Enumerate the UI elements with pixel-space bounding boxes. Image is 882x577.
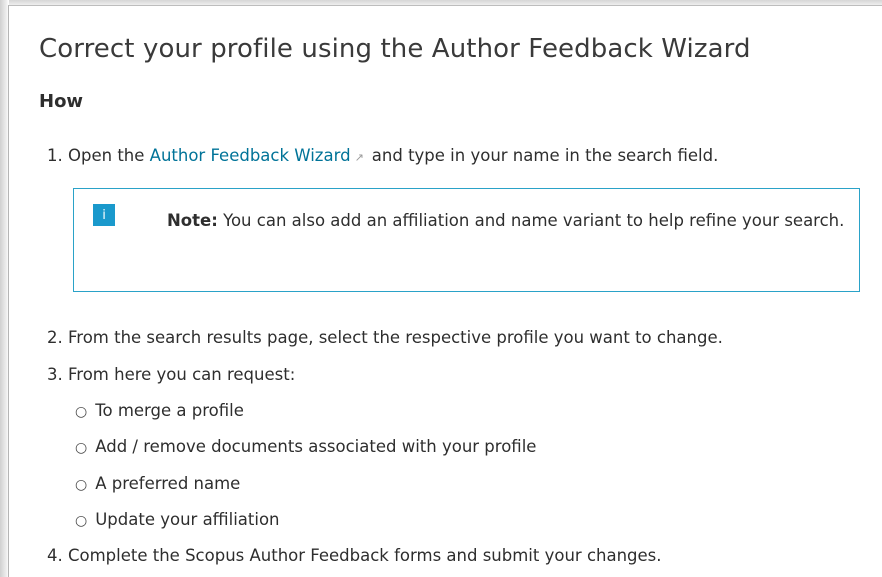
- author-feedback-wizard-link[interactable]: Author Feedback Wizard: [150, 146, 351, 165]
- page-title: Correct your profile using the Author Fe…: [39, 34, 751, 64]
- step-3: 3. From here you can request:: [47, 365, 296, 384]
- info-icon: i: [93, 204, 115, 226]
- step-4: 4. Complete the Scopus Author Feedback f…: [47, 546, 662, 565]
- list-item: ○ A preferred name: [75, 474, 240, 493]
- list-item: ○ Update your affiliation: [75, 510, 280, 529]
- bullet-icon: ○: [75, 440, 88, 456]
- frame-left-border: [8, 5, 9, 577]
- bullet-icon: ○: [75, 513, 88, 529]
- section-heading-how: How: [39, 91, 84, 112]
- note-label: Note:: [167, 211, 218, 230]
- list-item-text: A preferred name: [95, 474, 241, 493]
- note-text: You can also add an affiliation and name…: [223, 211, 845, 230]
- note-text-block: Note: You can also add an affiliation an…: [167, 203, 847, 238]
- list-item-text: Update your affiliation: [95, 510, 280, 529]
- list-item-text: To merge a profile: [95, 401, 244, 420]
- step-1: 1. Open the Author Feedback Wizard ↗ and t…: [47, 146, 718, 165]
- step-1-prefix: Open the: [68, 146, 145, 165]
- frame-top-border: [8, 5, 882, 6]
- bullet-icon: ○: [75, 477, 88, 493]
- step-1-number: 1.: [47, 146, 63, 165]
- list-item-text: Add / remove documents associated with y…: [95, 437, 537, 456]
- step-1-suffix: and type in your name in the search fiel…: [371, 146, 719, 165]
- list-item: ○ To merge a profile: [75, 401, 244, 420]
- list-item: ○ Add / remove documents associated with …: [75, 437, 536, 456]
- note-callout: i Note: You can also add an affiliation …: [73, 188, 860, 292]
- external-link-icon: ↗: [354, 151, 364, 164]
- step-2: 2. From the search results page, select …: [47, 328, 723, 347]
- bullet-icon: ○: [75, 404, 88, 420]
